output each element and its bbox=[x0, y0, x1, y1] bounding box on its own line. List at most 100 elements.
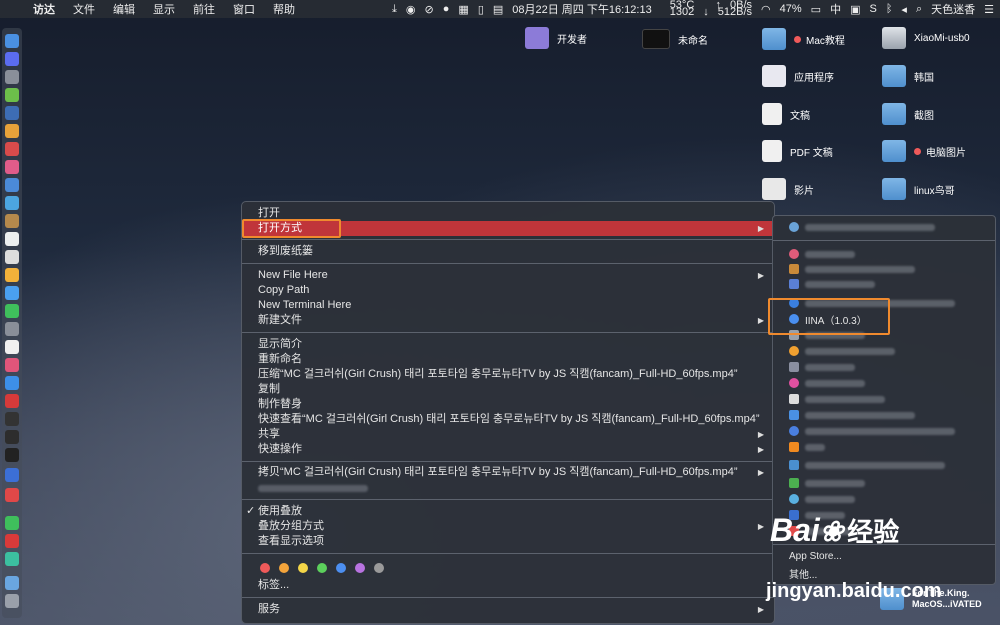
blurred-app-name[interactable] bbox=[805, 266, 915, 273]
menu-item-get-info[interactable]: 显示简介 bbox=[242, 337, 774, 352]
android-icon[interactable] bbox=[5, 88, 19, 102]
wechat-dock-icon[interactable] bbox=[5, 516, 19, 530]
volume-icon[interactable]: ◂ bbox=[901, 3, 907, 16]
tag-color-dot[interactable] bbox=[317, 563, 327, 573]
app-icon-8[interactable] bbox=[5, 160, 19, 174]
temp-widget[interactable]: 53°C 1302 bbox=[661, 0, 695, 18]
net-widget[interactable]: ↑ 0B/s ↓ 512B/s bbox=[703, 0, 752, 18]
battery-text[interactable]: 47% bbox=[780, 3, 802, 15]
blurred-app-name[interactable] bbox=[805, 281, 875, 288]
menu-item-copy[interactable]: 拷贝“MC 걸크러쉬(Girl Crush) 태리 포토타임 충무로뉴타TV b… bbox=[242, 465, 774, 480]
blurred-app-name[interactable] bbox=[805, 496, 855, 503]
menu-item-compress[interactable]: 压缩“MC 걸크러쉬(Girl Crush) 태리 포토타임 충무로뉴타TV b… bbox=[242, 367, 774, 382]
blurred-app-name[interactable] bbox=[805, 428, 955, 435]
tag-color-dot[interactable] bbox=[298, 563, 308, 573]
desktop-docs[interactable]: 文稿 bbox=[762, 103, 810, 125]
menu-item-tags[interactable]: 标签... bbox=[242, 578, 774, 593]
appstore-icon[interactable] bbox=[5, 376, 19, 390]
desktop-xiaomi-drive[interactable]: XiaoMi-usb0 bbox=[882, 27, 970, 49]
keynote-icon[interactable] bbox=[5, 340, 19, 354]
desktop-developer[interactable]: 开发者 bbox=[525, 27, 587, 49]
chrome-icon[interactable] bbox=[5, 124, 19, 138]
calendar-icon[interactable]: ▤ bbox=[493, 3, 503, 16]
desktop-pc-pictures[interactable]: 电脑图片 bbox=[882, 140, 966, 162]
messages-icon[interactable] bbox=[5, 286, 19, 300]
menu-item-new-file-here[interactable]: New File Here ▶ bbox=[242, 268, 774, 283]
user-name[interactable]: 天色迷香 bbox=[931, 1, 975, 17]
desktop-pdf[interactable]: PDF 文稿 bbox=[762, 140, 833, 162]
input-method[interactable]: 中 bbox=[830, 1, 841, 17]
submenu-item-app-store[interactable]: App Store... bbox=[789, 551, 842, 562]
app-icon-7[interactable] bbox=[5, 142, 19, 156]
list-icon[interactable]: ☰ bbox=[984, 3, 994, 16]
menu-go[interactable]: 前往 bbox=[184, 1, 224, 17]
qq-icon[interactable]: ◉ bbox=[406, 3, 416, 16]
launchpad-icon[interactable] bbox=[5, 70, 19, 84]
search-icon[interactable]: ⌕ bbox=[916, 3, 922, 16]
music-icon[interactable] bbox=[5, 358, 19, 372]
menu-item-group-stacks[interactable]: 叠放分组方式 ▶ bbox=[242, 519, 774, 534]
downloads-folder-icon[interactable] bbox=[5, 576, 19, 590]
menu-edit[interactable]: 编辑 bbox=[104, 1, 144, 17]
app-icon-10[interactable] bbox=[5, 196, 19, 210]
trash-icon[interactable] bbox=[5, 594, 19, 608]
finder-icon[interactable] bbox=[5, 34, 19, 48]
keyboard-icon[interactable]: ▣ bbox=[850, 3, 860, 16]
desktop-linux[interactable]: linux鸟哥 bbox=[882, 178, 955, 200]
sogou-icon[interactable]: S bbox=[869, 3, 876, 15]
menu-item-quicklook[interactable]: 快速查看“MC 걸크러쉬(Girl Crush) 태리 포토타임 충무로뉴타TV… bbox=[242, 412, 774, 427]
menu-item-copy-path[interactable]: Copy Path bbox=[242, 283, 774, 298]
blurred-app-name[interactable] bbox=[805, 251, 855, 258]
menu-item-new-terminal[interactable]: New Terminal Here bbox=[242, 298, 774, 313]
desktop-applications[interactable]: 应用程序 bbox=[762, 65, 834, 87]
facetime-icon[interactable] bbox=[5, 304, 19, 318]
tag-color-dot[interactable] bbox=[279, 563, 289, 573]
desktop-mac-tutorial[interactable]: Mac教程 bbox=[762, 28, 845, 50]
tag-color-dot[interactable] bbox=[355, 563, 365, 573]
menu-item-view-options[interactable]: 查看显示选项 bbox=[242, 534, 774, 549]
tag-color-dot[interactable] bbox=[260, 563, 270, 573]
siri-icon[interactable] bbox=[5, 52, 19, 66]
blurred-app-name[interactable] bbox=[805, 444, 825, 451]
blurred-app-name[interactable] bbox=[805, 480, 865, 487]
menu-file[interactable]: 文件 bbox=[64, 1, 104, 17]
menu-item-blurred[interactable] bbox=[242, 481, 774, 496]
photos-icon[interactable] bbox=[5, 268, 19, 282]
display-icon[interactable]: ▦ bbox=[458, 3, 468, 16]
compass-icon[interactable]: ⊘ bbox=[425, 3, 434, 16]
submenu-item-other[interactable]: 其他... bbox=[789, 566, 817, 581]
menu-item-services[interactable]: 服务 ▶ bbox=[242, 602, 774, 617]
menu-item-rename[interactable]: 重新命名 bbox=[242, 352, 774, 367]
menu-item-duplicate[interactable]: 复制 bbox=[242, 382, 774, 397]
menu-item-trash[interactable]: 移到废纸篓 bbox=[242, 244, 774, 259]
wechat-icon[interactable]: ● bbox=[443, 3, 450, 15]
tag-color-dot[interactable] bbox=[374, 563, 384, 573]
clock-datetime[interactable]: 08月22日 周四 下午16:12:13 bbox=[512, 1, 651, 17]
app-icon-11[interactable] bbox=[5, 214, 19, 228]
menu-item-make-alias[interactable]: 制作替身 bbox=[242, 397, 774, 412]
vpn-icon[interactable] bbox=[5, 468, 19, 482]
blurred-app-name[interactable] bbox=[805, 412, 915, 419]
wifi-icon[interactable]: ◠ bbox=[761, 3, 771, 16]
blurred-app-name[interactable] bbox=[805, 396, 885, 403]
app-icon-23[interactable] bbox=[5, 430, 19, 444]
menu-view[interactable]: 显示 bbox=[144, 1, 184, 17]
activity-icon[interactable] bbox=[5, 448, 19, 462]
menu-item-use-stacks[interactable]: ✓ 使用叠放 bbox=[242, 504, 774, 519]
terminal-icon[interactable] bbox=[5, 412, 19, 426]
menu-item-quick-actions[interactable]: 快速操作 ▶ bbox=[242, 442, 774, 457]
menu-help[interactable]: 帮助 bbox=[264, 1, 304, 17]
calendar-dock-icon[interactable] bbox=[5, 232, 19, 246]
battery-icon[interactable]: ▭ bbox=[811, 3, 821, 16]
desktop-movies[interactable]: 影片 bbox=[762, 178, 814, 200]
notes-icon[interactable] bbox=[5, 250, 19, 264]
safari-icon[interactable] bbox=[5, 178, 19, 192]
tag-color-dot[interactable] bbox=[336, 563, 346, 573]
app-icon-29[interactable] bbox=[5, 552, 19, 566]
menu-item-new-file[interactable]: 新建文件 ▶ bbox=[242, 313, 774, 328]
netease-icon[interactable] bbox=[5, 534, 19, 548]
blurred-app-name[interactable] bbox=[805, 364, 855, 371]
desktop-screenshots[interactable]: 截图 bbox=[882, 103, 934, 125]
menu-item-share[interactable]: 共享 ▶ bbox=[242, 427, 774, 442]
desktop-korea[interactable]: 韩国 bbox=[882, 65, 934, 87]
